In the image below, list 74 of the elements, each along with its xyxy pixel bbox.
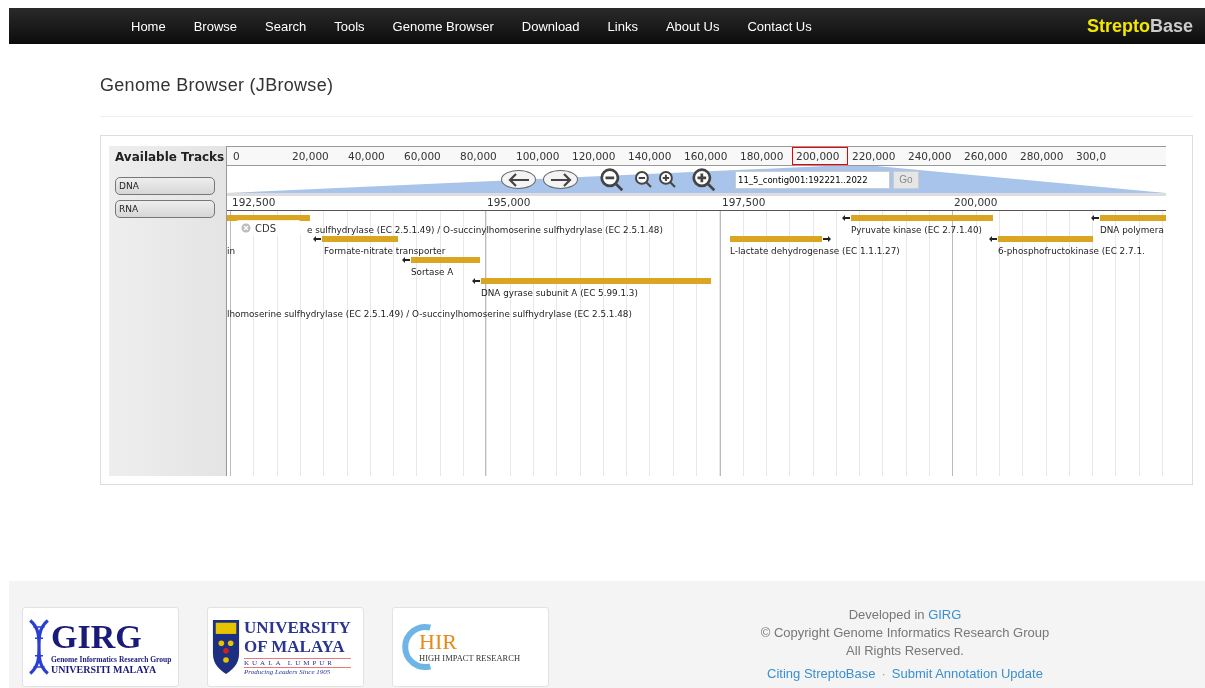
feature-label: L-lactate dehydrogenase (EC 1.1.1.27)	[730, 246, 900, 257]
crest-icon	[212, 618, 240, 676]
nav-link[interactable]: Links	[593, 18, 652, 34]
overview-tick-label: 280,000	[1019, 149, 1065, 164]
brand-logo[interactable]: StreptoBase	[1086, 15, 1193, 37]
logo-wordmark: UNIVERSITY	[244, 618, 351, 637]
logo-card[interactable]: HIR HIGH IMPACT RESEARCH	[392, 607, 549, 687]
overview-tick-label: 220,000	[851, 149, 897, 164]
overview-tick-label: 100,000	[515, 149, 561, 164]
feature-label: 6-phosphofructokinase (EC 2.7.1.	[998, 246, 1145, 257]
logo-subtitle: HIGH IMPACT RESEARCH	[419, 653, 521, 663]
gene-feature-bar[interactable]	[851, 215, 993, 221]
nav-link[interactable]: Tools	[320, 18, 379, 34]
gene-feature-bar[interactable]	[481, 278, 711, 284]
overview-tick-label: 200,000	[792, 147, 848, 165]
overview-tick-label: 240,000	[907, 149, 953, 164]
zoom-in-icon[interactable]	[691, 166, 717, 193]
feature-label: Pyruvate kinase (EC 2.7.1.40)	[851, 225, 982, 236]
detail-ruler[interactable]: 192,500 195,000 197,500 200,000	[227, 196, 1166, 211]
overview-ruler[interactable]: 0 20,000 40,000 60,000 80,000 100,000 120,000 140,000 160,000 180,000 200,000 220,000 240,000 260,000 280,000 300,0	[227, 146, 1166, 166]
track-button[interactable]: DNA	[115, 177, 215, 195]
close-icon[interactable]	[241, 223, 251, 233]
overview-tick-label: 180,000	[739, 149, 785, 164]
overview-tick-label: 80,000	[459, 149, 498, 164]
logo-caption: UNIVERSITI MALAYA	[51, 664, 158, 675]
page-title: Genome Browser (JBrowse)	[100, 75, 335, 96]
overview-tick-label: 300,0	[1075, 149, 1108, 164]
nav-link[interactable]: Home	[117, 18, 180, 34]
feature-label: DNA polymera	[1100, 225, 1164, 236]
zoom-in-icon[interactable]	[658, 170, 677, 189]
overview-tick-label: 160,000	[683, 149, 729, 164]
right-arrow-icon	[548, 172, 573, 187]
gene-feature-bar[interactable]	[730, 236, 822, 242]
overview-tick-label: 0	[232, 149, 241, 164]
feature-label: e sulfhydrylase (EC 2.5.1.49) / O-succinylhomoserine sulfhydrylase (EC 2.5.1.48)	[307, 225, 663, 236]
gene-feature-bar[interactable]	[1100, 215, 1166, 221]
developed-text: Developed in GIRG	[847, 607, 963, 622]
nav-link[interactable]: Genome Browser	[378, 18, 508, 34]
gene-feature-bar[interactable]	[411, 257, 480, 263]
zoom-out-icon[interactable]	[634, 170, 653, 189]
feature-label: Formate-nitrate transporter	[324, 246, 446, 257]
zoom-out-icon[interactable]	[599, 166, 625, 193]
position-tick-label: 197,500	[722, 196, 766, 208]
track-button[interactable]: RNA	[115, 200, 215, 218]
logo-wordmark: GIRG	[51, 619, 143, 655]
position-tick-label: 192,500	[232, 196, 276, 208]
overview-tick-label: 40,000	[347, 149, 386, 164]
overview-tick-label: 260,000	[963, 149, 1009, 164]
overview-tick-label: 120,000	[571, 149, 617, 164]
track-name: CDS	[255, 222, 277, 234]
nav-link[interactable]: Contact Us	[733, 18, 826, 34]
nav-link[interactable]: Search	[251, 18, 321, 34]
separator-dot: ·	[881, 666, 886, 681]
gene-feature-bar[interactable]	[998, 236, 1093, 242]
feature-label: DNA gyrase subunit A (EC 5.99.1.3)	[481, 288, 638, 299]
track-label[interactable]: CDS	[236, 220, 301, 236]
nav-link[interactable]: About Us	[651, 18, 734, 34]
overview-tick-label: 60,000	[403, 149, 442, 164]
nav-link[interactable]: Browse	[179, 18, 252, 34]
nav-link[interactable]: Download	[507, 18, 594, 34]
left-arrow-icon	[506, 172, 531, 187]
feature-label: Sortase A	[411, 267, 454, 278]
overview-tick-label: 20,000	[291, 149, 330, 164]
copyright-text: © Copyright Genome Informatics Research Group	[759, 625, 1051, 640]
feature-label: in	[227, 246, 236, 257]
overview-tick-label: 140,000	[627, 149, 673, 164]
logo-wordmark: OF MALAYA	[244, 637, 346, 656]
feature-label: lhomoserine sulfhydrylase (EC 2.5.1.49) / O-succinylhomoserine sulfhydrylase (EC 2.5.1.48)	[227, 309, 632, 320]
track-list-title: Available Tracks	[115, 150, 225, 164]
position-tick-label: 200,000	[954, 196, 998, 208]
logo-wordmark: HIR	[419, 631, 458, 653]
gene-feature-bar[interactable]	[322, 236, 398, 242]
position-tick-label: 195,000	[487, 196, 531, 208]
rights-text: All Rights Reserved.	[845, 643, 965, 658]
